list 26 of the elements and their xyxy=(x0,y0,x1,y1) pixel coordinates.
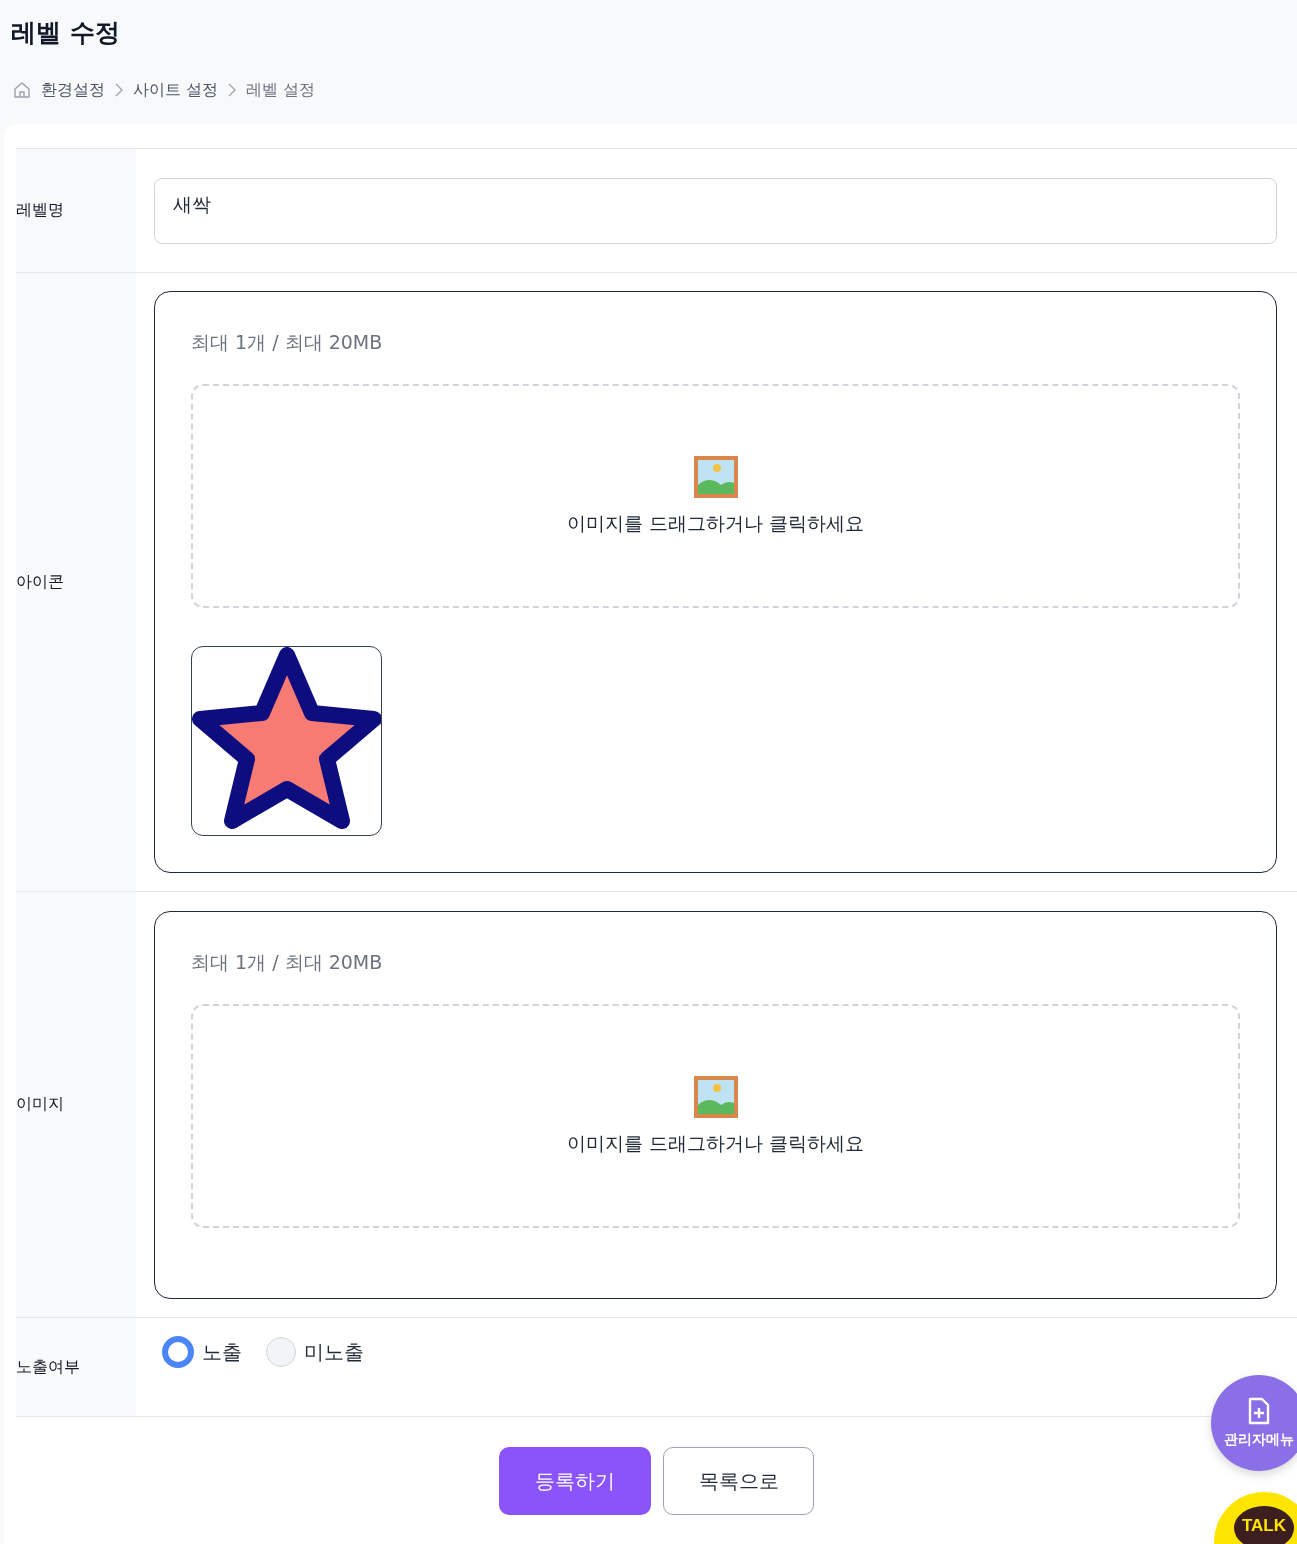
file-plus-icon xyxy=(1247,1397,1271,1425)
home-icon[interactable] xyxy=(13,81,31,99)
breadcrumb-link[interactable]: 레벨 설정 xyxy=(246,79,316,101)
field-label: 노출여부 xyxy=(16,1318,136,1416)
picture-frame-icon xyxy=(692,1074,739,1119)
picture-frame-icon xyxy=(692,455,739,499)
radio-option[interactable]: 노출 xyxy=(162,1336,242,1368)
radio-icon[interactable] xyxy=(162,1336,194,1368)
radio-option[interactable]: 미노출 xyxy=(266,1337,364,1367)
drop-prompt: 이미지를 드래그하거나 클릭하세요 xyxy=(566,1130,865,1156)
drop-prompt: 이미지를 드래그하거나 클릭하세요 xyxy=(566,511,865,536)
submit-button[interactable]: 등록하기 xyxy=(499,1447,651,1515)
level-name-field[interactable]: 새싹 xyxy=(154,177,1277,244)
list-button[interactable]: 목록으로 xyxy=(663,1447,814,1515)
drop-zone[interactable]: 이미지를 드래그하거나 클릭하세요 xyxy=(191,384,1240,608)
field-label: 레벨명 xyxy=(16,149,136,272)
page-title: 레벨 수정 xyxy=(10,17,121,49)
breadcrumb-link[interactable]: 사이트 설정 xyxy=(133,79,219,101)
field-label: 이미지 xyxy=(16,892,136,1317)
breadcrumb-link[interactable]: 환경설정 xyxy=(41,79,105,101)
field-label: 아이콘 xyxy=(16,273,136,891)
chevron-right-icon xyxy=(228,83,237,97)
chevron-right-icon xyxy=(115,83,123,97)
drop-zone[interactable]: 이미지를 드래그하거나 클릭하세요 xyxy=(191,1003,1240,1228)
upload-limit-text: 최대 1개 / 최대 20MB xyxy=(191,330,384,355)
upload-limit-text: 최대 1개 / 최대 20MB xyxy=(191,949,384,975)
